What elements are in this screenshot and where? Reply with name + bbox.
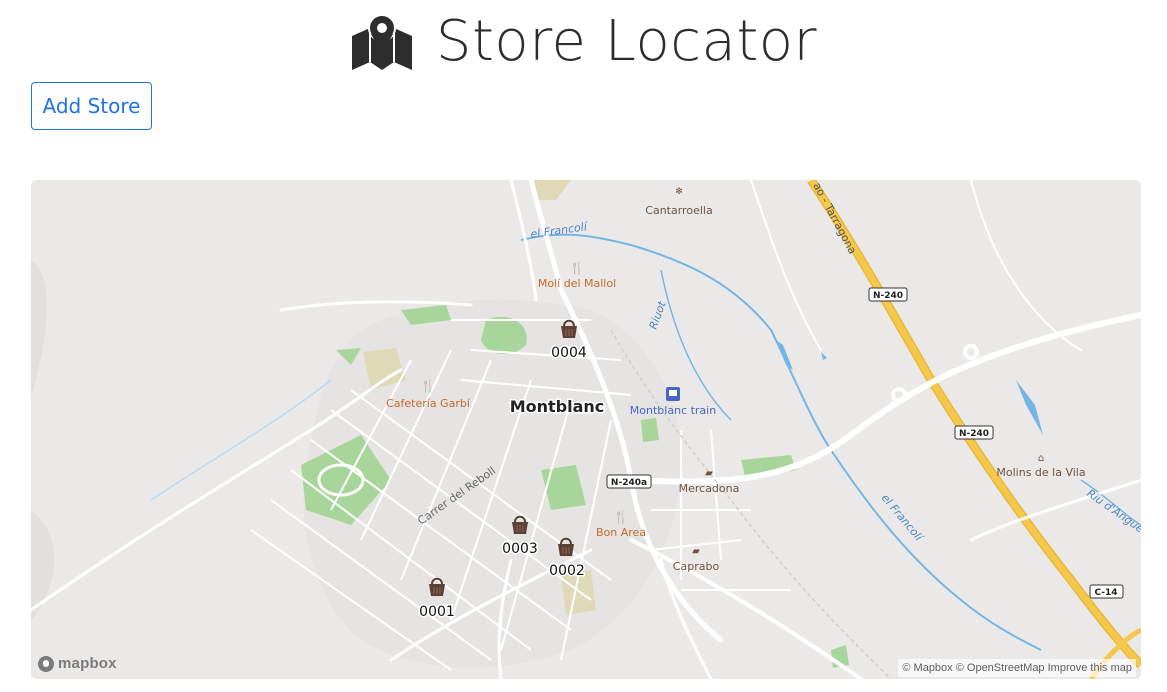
shop-icon: ▰ xyxy=(692,546,700,557)
svg-text:Cantarroella: Cantarroella xyxy=(645,204,712,217)
svg-text:Cafetería Garbí: Cafetería Garbí xyxy=(386,397,471,410)
svg-text:Molins de la Vila: Molins de la Vila xyxy=(996,466,1085,479)
map-view[interactable]: el Francolí Riuot el Francolí Riu d'Angu… xyxy=(31,180,1141,679)
attribution-mapbox-link[interactable]: © Mapbox xyxy=(902,662,952,674)
store-label: 0004 xyxy=(551,345,587,361)
park xyxy=(641,418,659,442)
map-marker-icon xyxy=(351,14,412,70)
svg-text:Bon Area: Bon Area xyxy=(596,526,646,539)
svg-text:Caprabo: Caprabo xyxy=(673,560,720,573)
svg-text:Montblanc train: Montblanc train xyxy=(630,404,716,417)
mapbox-logo[interactable]: mapbox xyxy=(38,655,117,672)
train-icon-window xyxy=(669,390,677,396)
store-label: 0002 xyxy=(549,563,585,579)
svg-text:N-240a: N-240a xyxy=(611,478,647,488)
monument-icon: ⌂ xyxy=(1038,453,1044,464)
svg-text:C-14: C-14 xyxy=(1094,588,1117,598)
shop-icon: ▰ xyxy=(705,468,713,479)
viewpoint-icon: ✻ xyxy=(675,187,683,197)
store-label: 0003 xyxy=(502,541,538,557)
town-label: Montblanc xyxy=(510,397,605,416)
add-store-button[interactable]: Add Store xyxy=(31,82,152,130)
page-title: Store Locator xyxy=(435,9,818,74)
road-shield: N-240 xyxy=(868,287,908,302)
road-shield: N-240 xyxy=(954,425,994,440)
road-shield: N-240a xyxy=(606,474,652,489)
mapbox-icon xyxy=(38,655,54,672)
restaurant-icon: 🍴 xyxy=(421,379,436,393)
attribution-osm-link[interactable]: © OpenStreetMap xyxy=(956,662,1045,674)
page-header: Store Locator xyxy=(0,0,1167,82)
restaurant-icon: 🍴 xyxy=(614,510,629,524)
map-attribution: © Mapbox © OpenStreetMap Improve this ma… xyxy=(898,659,1136,677)
svg-text:Mercadona: Mercadona xyxy=(679,482,740,495)
svg-text:Molí del Mallol: Molí del Mallol xyxy=(538,277,616,290)
svg-text:N-240: N-240 xyxy=(959,429,989,439)
header-inner: Store Locator xyxy=(350,14,817,70)
svg-text:N-240: N-240 xyxy=(873,291,903,301)
mapbox-logo-text: mapbox xyxy=(58,655,117,672)
road-shield: C-14 xyxy=(1089,584,1124,599)
store-label: 0001 xyxy=(419,604,455,620)
restaurant-icon: 🍴 xyxy=(570,261,585,275)
map-canvas[interactable]: el Francolí Riuot el Francolí Riu d'Angu… xyxy=(31,180,1141,679)
attribution-improve-link[interactable]: Improve this map xyxy=(1048,662,1132,674)
